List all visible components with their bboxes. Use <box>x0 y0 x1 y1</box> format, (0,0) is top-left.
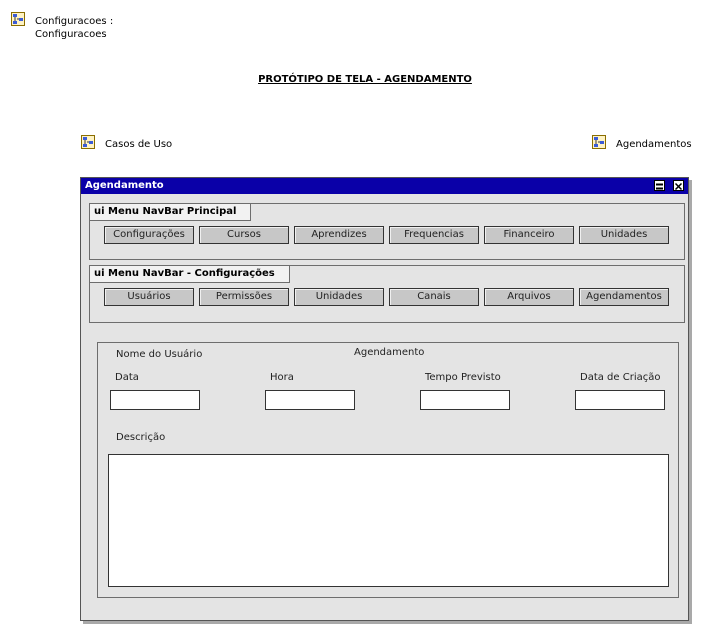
config-button-canais[interactable]: Canais <box>389 288 479 306</box>
creation-date-label: Data de Criação <box>580 372 661 383</box>
window-titlebar[interactable]: Agendamento <box>81 178 688 194</box>
description-field[interactable] <box>108 454 669 587</box>
nav-button-frequencias[interactable]: Frequencias <box>389 226 479 244</box>
diagram-link-icon[interactable] <box>11 12 25 26</box>
main-navbar: ui Menu NavBar Principal Configurações C… <box>89 203 685 260</box>
schedules-link[interactable]: Agendamentos <box>616 138 692 151</box>
use-cases-link-icon[interactable] <box>81 135 95 149</box>
schedules-link-icon[interactable] <box>592 135 606 149</box>
form-heading: Agendamento <box>354 347 425 358</box>
config-button-agendamentos[interactable]: Agendamentos <box>579 288 669 306</box>
schedule-window: Agendamento ui Menu NavBar Principal Con… <box>80 177 689 621</box>
config-button-usuarios[interactable]: Usuários <box>104 288 194 306</box>
close-icon[interactable] <box>673 180 684 191</box>
nav-button-unidades[interactable]: Unidades <box>579 226 669 244</box>
expected-time-field[interactable] <box>420 390 510 410</box>
nav-button-cursos[interactable]: Cursos <box>199 226 289 244</box>
diagram-link-line2[interactable]: Configuracoes <box>35 28 107 41</box>
date-field[interactable] <box>110 390 200 410</box>
time-field[interactable] <box>265 390 355 410</box>
nav-button-aprendizes[interactable]: Aprendizes <box>294 226 384 244</box>
nav-button-configuracoes[interactable]: Configurações <box>104 226 194 244</box>
page-title: PROTÓTIPO DE TELA - AGENDAMENTO <box>258 74 472 85</box>
creation-date-field[interactable] <box>575 390 665 410</box>
config-navbar: ui Menu NavBar - Configurações Usuários … <box>89 265 685 323</box>
schedule-form: Nome do Usuário Agendamento Data Hora Te… <box>97 342 679 598</box>
config-button-arquivos[interactable]: Arquivos <box>484 288 574 306</box>
description-label: Descrição <box>116 432 166 443</box>
time-label: Hora <box>270 372 294 383</box>
date-label: Data <box>115 372 139 383</box>
config-navbar-title: ui Menu NavBar - Configurações <box>90 266 290 283</box>
config-navbar-title-text: ui Menu NavBar - Configurações <box>94 268 275 279</box>
main-navbar-title: ui Menu NavBar Principal <box>90 204 252 221</box>
expected-time-label: Tempo Previsto <box>425 372 501 383</box>
window-title: Agendamento <box>85 180 164 191</box>
config-button-unidades[interactable]: Unidades <box>294 288 384 306</box>
use-cases-link[interactable]: Casos de Uso <box>105 138 172 151</box>
nav-button-financeiro[interactable]: Financeiro <box>484 226 574 244</box>
maximize-icon[interactable] <box>654 180 665 191</box>
diagram-link-line1[interactable]: Configuracoes : <box>35 15 113 28</box>
user-name-label: Nome do Usuário <box>116 349 203 360</box>
config-button-permissoes[interactable]: Permissões <box>199 288 289 306</box>
main-navbar-title-text: ui Menu NavBar Principal <box>94 206 237 217</box>
